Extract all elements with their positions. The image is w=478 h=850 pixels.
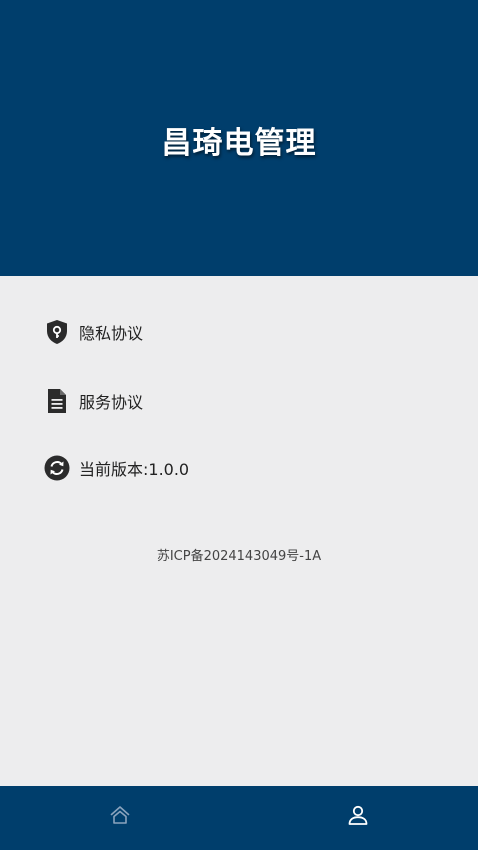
- bottom-tab-bar: [0, 786, 478, 850]
- header: 昌琦电管理: [0, 0, 478, 276]
- shield-key-icon: [44, 319, 70, 345]
- menu-item-privacy-policy[interactable]: 隐私协议: [44, 317, 143, 347]
- settings-content: [0, 276, 478, 786]
- tab-home[interactable]: [107, 804, 133, 830]
- menu-item-label: 当前版本:1.0.0: [79, 460, 190, 479]
- icp-filing-number: 苏ICP备2024143049号-1A: [156, 549, 322, 564]
- menu-item-current-version[interactable]: 当前版本:1.0.0: [44, 453, 189, 483]
- menu-item-service-agreement[interactable]: 服务协议: [44, 386, 143, 416]
- tab-profile[interactable]: [345, 804, 371, 830]
- home-icon: [109, 804, 131, 830]
- user-icon: [347, 804, 369, 830]
- document-icon: [44, 388, 70, 414]
- menu-item-label: 隐私协议: [79, 324, 144, 343]
- app-title: 昌琦电管理: [161, 126, 317, 161]
- menu-item-label: 服务协议: [79, 393, 144, 412]
- refresh-icon: [44, 455, 70, 481]
